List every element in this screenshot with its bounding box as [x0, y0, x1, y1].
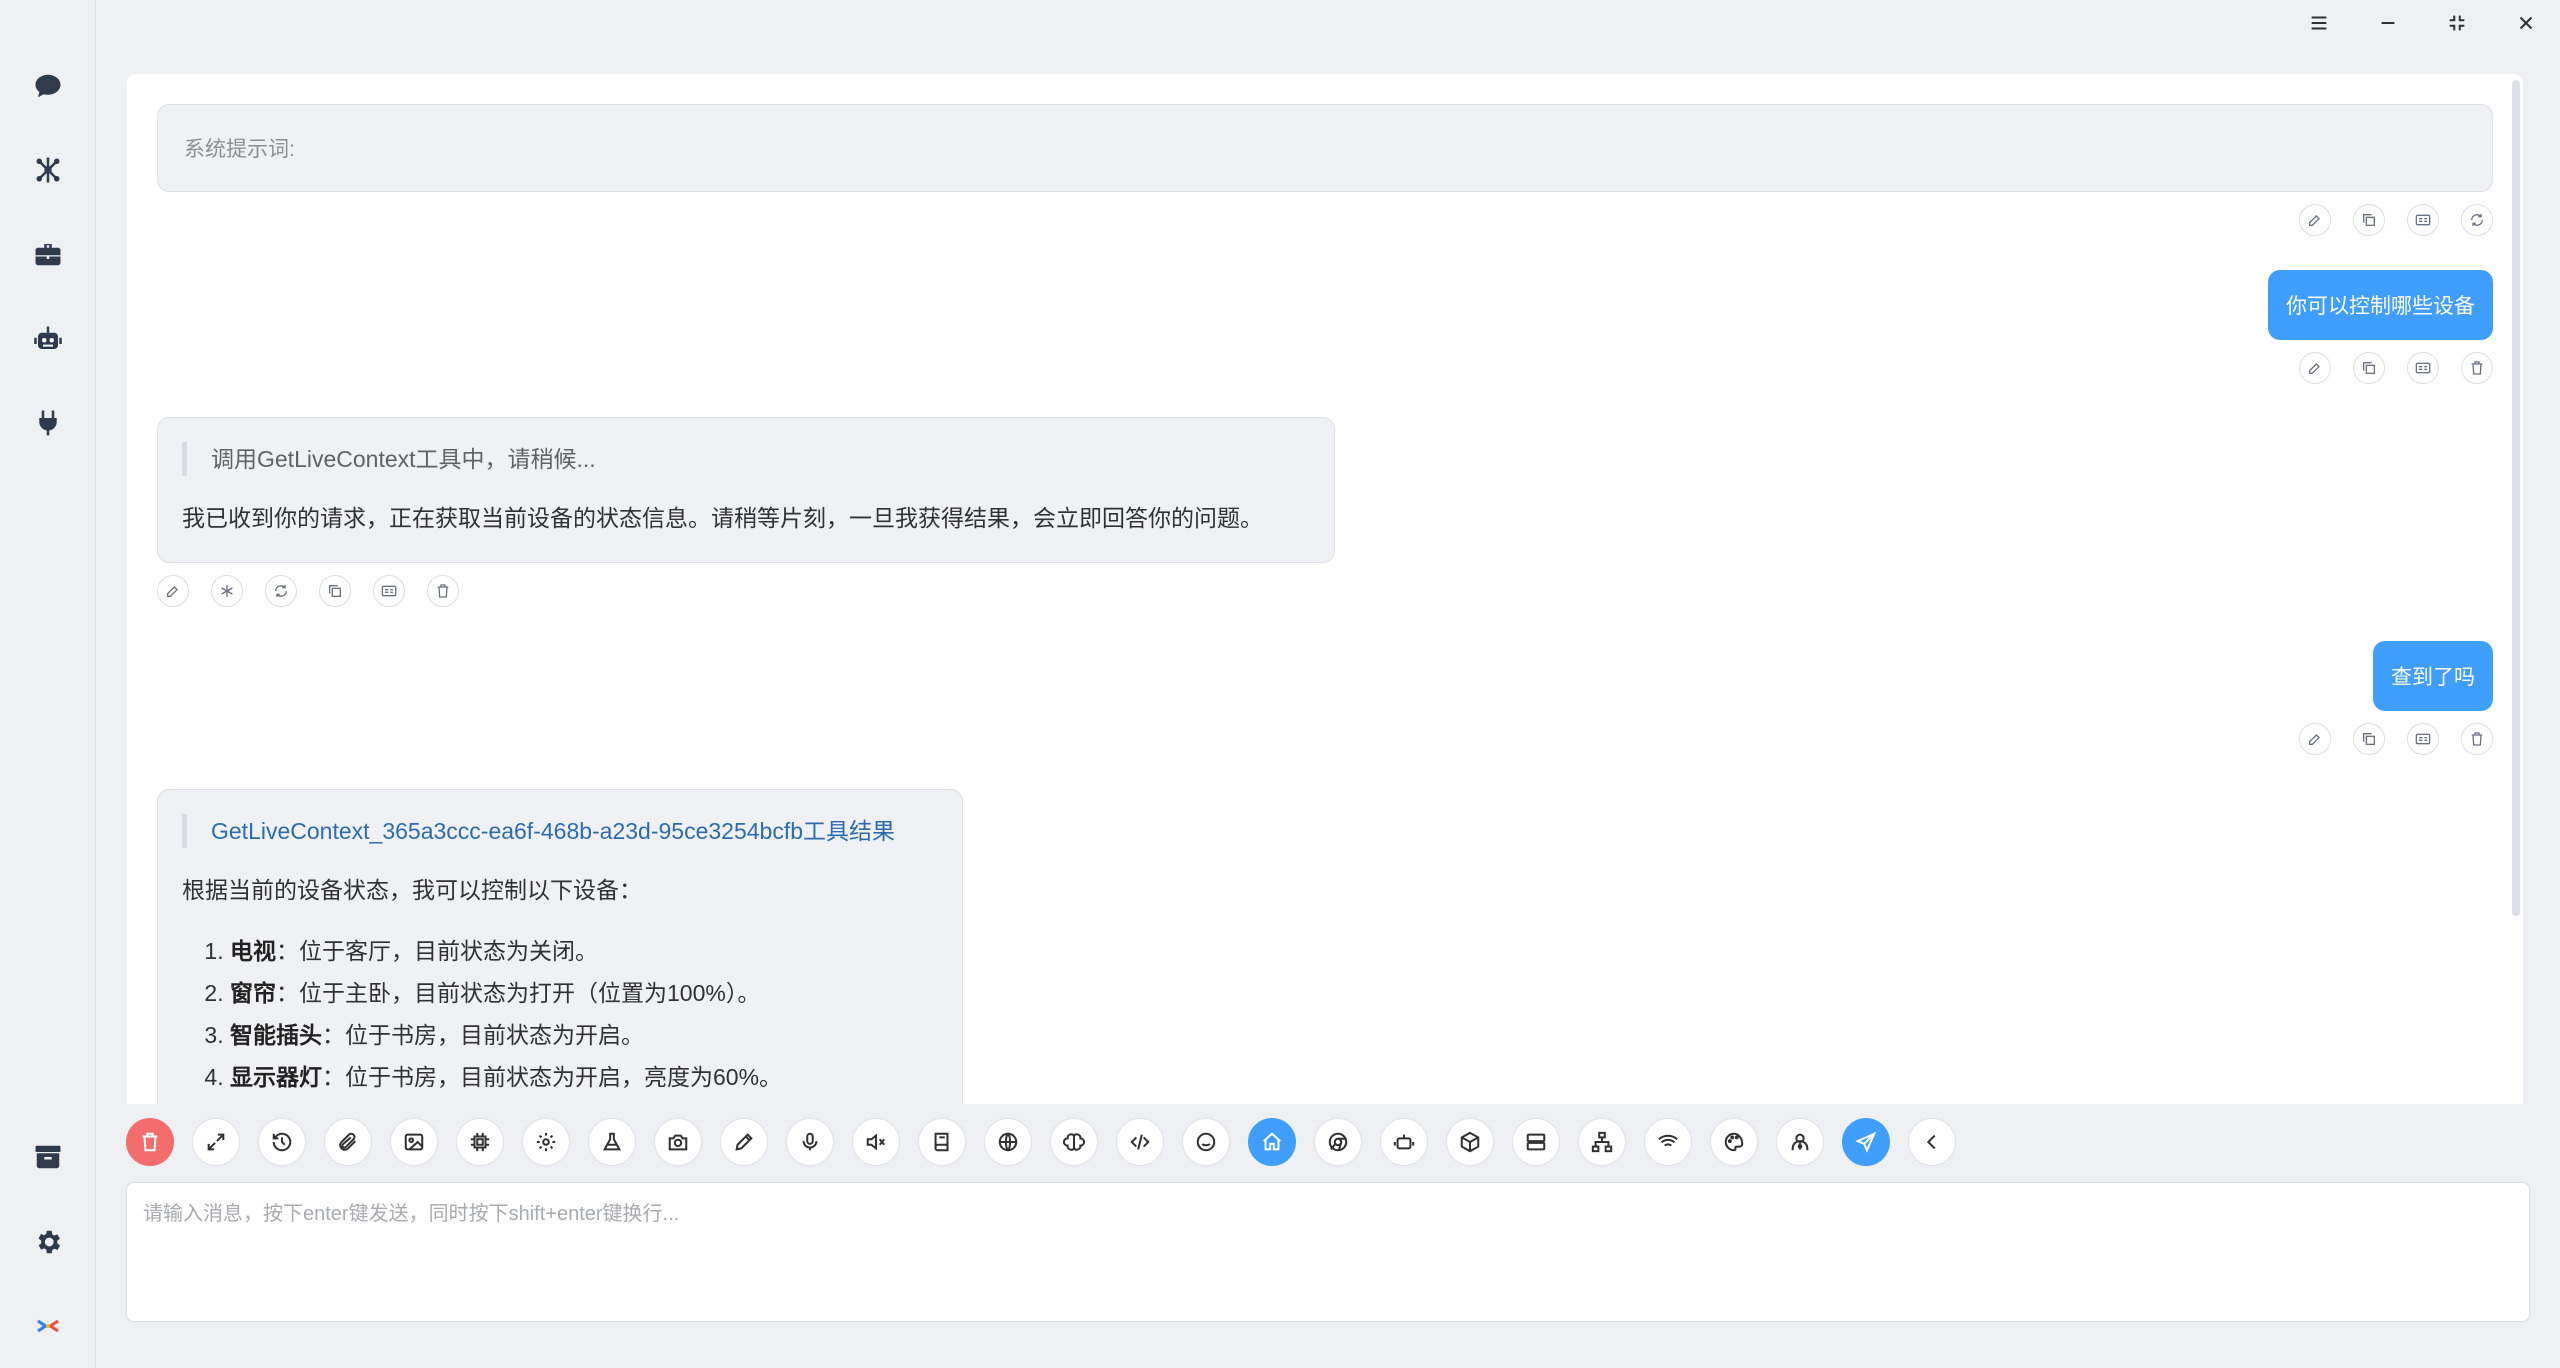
tool-call-status: 调用GetLiveContext工具中，请稍候...	[182, 442, 1310, 476]
copy-icon[interactable]	[319, 575, 351, 607]
id-card-icon[interactable]	[2407, 723, 2439, 755]
user-message: 查到了吗	[2373, 641, 2493, 711]
edit-icon[interactable]	[2299, 352, 2331, 384]
assistant-message-text: 我已收到你的请求，正在获取当前设备的状态信息。请稍等片刻，一旦我获得结果，会立即…	[182, 505, 1263, 531]
flask-icon[interactable]	[588, 1118, 636, 1166]
edit-icon[interactable]	[157, 575, 189, 607]
wifi-icon[interactable]	[1644, 1118, 1692, 1166]
refresh-icon[interactable]	[265, 575, 297, 607]
user-message: 你可以控制哪些设备	[2268, 270, 2493, 340]
chat-icon[interactable]	[26, 64, 70, 108]
system-prompt-actions	[2299, 204, 2493, 236]
id-card-icon[interactable]	[373, 575, 405, 607]
trash-icon[interactable]	[2461, 723, 2493, 755]
assistant-message: 调用GetLiveContext工具中，请稍候... 我已收到你的请求，正在获取…	[157, 417, 1335, 563]
mute-icon[interactable]	[852, 1118, 900, 1166]
delete-icon[interactable]	[126, 1118, 174, 1166]
assistant-message-intro: 根据当前的设备状态，我可以控制以下设备：	[182, 877, 642, 903]
refresh-icon[interactable]	[2461, 204, 2493, 236]
toolbox-icon[interactable]	[26, 232, 70, 276]
copy-icon[interactable]	[2353, 723, 2385, 755]
pencil-icon[interactable]	[720, 1118, 768, 1166]
system-prompt-label: 系统提示词:	[184, 138, 295, 161]
minimize-icon[interactable]	[2353, 0, 2422, 46]
plug-icon[interactable]	[26, 401, 70, 445]
collapse-icon[interactable]	[1908, 1118, 1956, 1166]
expand-icon[interactable]	[192, 1118, 240, 1166]
cube-icon[interactable]	[1446, 1118, 1494, 1166]
camera-icon[interactable]	[654, 1118, 702, 1166]
copy-icon[interactable]	[2353, 352, 2385, 384]
attachment-icon[interactable]	[324, 1118, 372, 1166]
chrome-icon[interactable]	[1314, 1118, 1362, 1166]
server-icon[interactable]	[1512, 1118, 1560, 1166]
app-logo-icon	[26, 1304, 70, 1348]
globe-icon[interactable]	[984, 1118, 1032, 1166]
device-list: 电视：位于客厅，目前状态为关闭。 窗帘：位于主卧，目前状态为打开（位置为100%…	[182, 930, 938, 1098]
message-input[interactable]	[126, 1182, 2530, 1322]
list-item: 电视：位于客厅，目前状态为关闭。	[230, 930, 938, 972]
tool-result-title[interactable]: GetLiveContext_365a3ccc-ea6f-468b-a23d-9…	[182, 814, 938, 848]
microphone-icon[interactable]	[786, 1118, 834, 1166]
close-icon[interactable]	[2491, 0, 2560, 46]
trash-icon[interactable]	[2461, 352, 2493, 384]
id-card-icon[interactable]	[2407, 204, 2439, 236]
asterisk-icon[interactable]	[211, 575, 243, 607]
list-item: 窗帘：位于主卧，目前状态为打开（位置为100%）。	[230, 972, 938, 1014]
input-toolbar	[126, 1118, 1956, 1168]
archive-icon[interactable]	[26, 1135, 70, 1179]
brain-icon[interactable]	[1050, 1118, 1098, 1166]
user-message-actions	[2299, 352, 2493, 384]
palette-icon[interactable]	[1710, 1118, 1758, 1166]
chat-panel: 系统提示词: 你可以控制哪些设备 调用GetLiveContext工具中，请稍候…	[127, 74, 2523, 1104]
menu-icon[interactable]	[2284, 0, 2353, 46]
image-icon[interactable]	[390, 1118, 438, 1166]
edit-icon[interactable]	[2299, 204, 2331, 236]
sitemap-icon[interactable]	[1578, 1118, 1626, 1166]
settings-icon[interactable]	[26, 1220, 70, 1264]
book-icon[interactable]	[918, 1118, 966, 1166]
history-icon[interactable]	[258, 1118, 306, 1166]
assistant-message-actions	[157, 575, 459, 607]
robot-icon[interactable]	[1380, 1118, 1428, 1166]
list-item: 显示器灯：位于书房，目前状态为开启，亮度为60%。	[230, 1056, 938, 1098]
list-item: 智能插头：位于书房，目前状态为开启。	[230, 1014, 938, 1056]
send-icon[interactable]	[1842, 1118, 1890, 1166]
emoji-icon[interactable]	[1182, 1118, 1230, 1166]
code-icon[interactable]	[1116, 1118, 1164, 1166]
robot-icon[interactable]	[26, 317, 70, 361]
trash-icon[interactable]	[427, 575, 459, 607]
user-message-actions	[2299, 723, 2493, 755]
home-icon[interactable]	[1248, 1118, 1296, 1166]
system-prompt-field[interactable]: 系统提示词:	[157, 104, 2493, 192]
edit-icon[interactable]	[2299, 723, 2331, 755]
window-controls	[2284, 0, 2560, 46]
restore-icon[interactable]	[2422, 0, 2491, 46]
chip-icon[interactable]	[456, 1118, 504, 1166]
gear-icon[interactable]	[522, 1118, 570, 1166]
user-tie-icon[interactable]	[1776, 1118, 1824, 1166]
scrollbar[interactable]	[2512, 80, 2520, 916]
copy-icon[interactable]	[2353, 204, 2385, 236]
assistant-message: GetLiveContext_365a3ccc-ea6f-468b-a23d-9…	[157, 789, 963, 1104]
network-icon[interactable]	[26, 148, 70, 192]
sidebar	[0, 0, 96, 1368]
id-card-icon[interactable]	[2407, 352, 2439, 384]
